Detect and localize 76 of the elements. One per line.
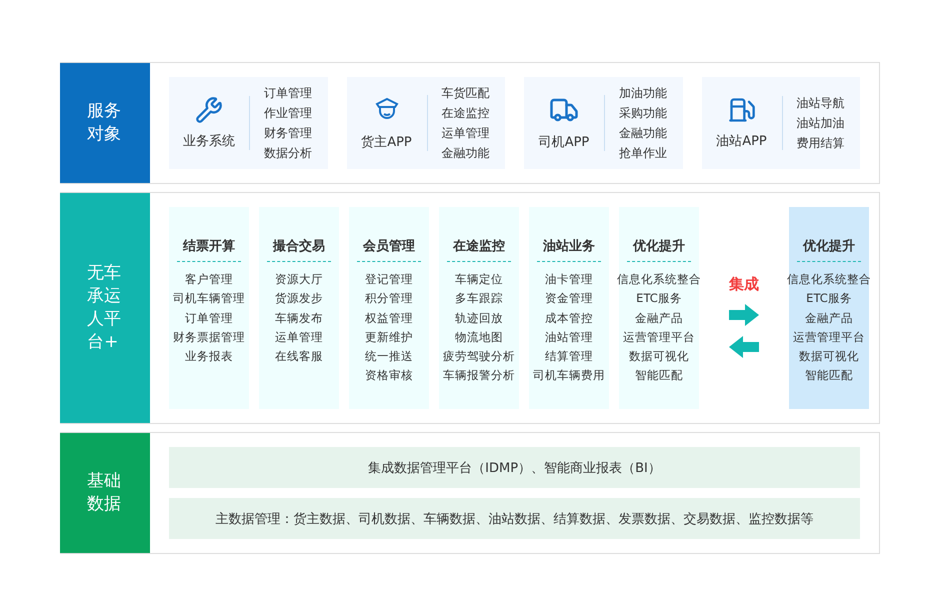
layer-label: 无车承运人平台+ — [87, 262, 122, 354]
module-item: 结算管理 — [545, 348, 593, 366]
module-title: 在途监控 — [447, 237, 511, 262]
data-bar: 集成数据管理平台（IDMP）、智能商业报表（BI） — [169, 447, 860, 488]
module-item: 轨迹回放 — [455, 310, 503, 327]
feature-text: 金融功能 — [442, 144, 490, 162]
feature-text: 油站导航 — [796, 94, 844, 112]
module-item: 油卡管理 — [545, 271, 593, 288]
module-item: 客户管理 — [185, 271, 233, 288]
service-name: 司机APP — [538, 134, 590, 151]
feature-text: 车货匹配 — [442, 84, 490, 102]
module-item: 数据可视化 — [629, 348, 689, 366]
module-item: 司机车辆费用 — [533, 367, 605, 384]
layer-label: 服务对象 — [87, 100, 122, 146]
module-item: 运单管理 — [275, 328, 323, 346]
module-item: ETC服务 — [636, 290, 682, 308]
module-item: 积分管理 — [365, 290, 413, 308]
module-item: 在线客服 — [275, 348, 323, 366]
module-item: 金融产品 — [805, 310, 853, 327]
module-item: 更新维护 — [365, 328, 413, 346]
module-title: 优化提升 — [797, 237, 861, 262]
module-title: 油站业务 — [537, 237, 601, 262]
module-item: 运营管理平台 — [623, 328, 695, 346]
module-item: 运营管理平台 — [793, 328, 865, 346]
module-item: 车辆报警分析 — [443, 367, 515, 384]
module-item: 车辆定位 — [455, 271, 503, 288]
wrench-icon — [195, 96, 223, 124]
feature-text: 订单管理 — [264, 84, 312, 102]
feature-text: 财务管理 — [264, 124, 312, 142]
module-item: 成本管控 — [545, 310, 593, 327]
integration-label: 集成 — [729, 275, 759, 294]
feature-text: 运单管理 — [442, 124, 490, 142]
right-arrow-icon — [729, 304, 759, 326]
feature-text: 金融功能 — [619, 124, 667, 142]
module-item: 数据可视化 — [799, 348, 859, 366]
module-item: 业务报表 — [185, 348, 233, 366]
module-item: 资金管理 — [545, 290, 593, 308]
module-item: 油站管理 — [545, 328, 593, 346]
service-name: 货主APP — [361, 134, 412, 151]
module-item: 司机车辆管理 — [173, 290, 245, 308]
module-item: 信息化系统整合 — [787, 271, 871, 288]
module-item: 资源大厅 — [275, 271, 323, 288]
module-item: 订单管理 — [185, 310, 233, 327]
data-bar: 主数据管理：货主数据、司机数据、车辆数据、油站数据、结算数据、发票数据、交易数据、监控数据等 — [169, 498, 860, 539]
fuel-pump-icon — [728, 96, 756, 124]
module-title: 结票开算 — [177, 237, 241, 262]
feature-text: 油站加油 — [796, 114, 844, 132]
module-title: 撮合交易 — [267, 237, 331, 262]
module-item: 多车跟踪 — [455, 290, 503, 308]
service-name: 油站APP — [716, 133, 767, 150]
module-title: 优化提升 — [627, 237, 691, 262]
module-item: 权益管理 — [365, 310, 413, 327]
feature-text: 数据分析 — [264, 144, 312, 162]
module-item: 登记管理 — [365, 271, 413, 288]
service-name: 业务系统 — [183, 133, 235, 150]
feature-text: 费用结算 — [796, 134, 844, 152]
feature-text: 抢单作业 — [619, 144, 667, 162]
feature-text: 在途监控 — [442, 104, 490, 122]
feature-text: 加油功能 — [619, 84, 667, 102]
feature-text: 采购功能 — [619, 104, 667, 122]
module-item: 财务票据管理 — [173, 328, 245, 346]
module-item: 金融产品 — [635, 310, 683, 327]
module-title: 会员管理 — [357, 237, 421, 262]
module-item: 货源发步 — [275, 290, 323, 308]
left-arrow-icon — [729, 336, 759, 358]
module-item: 资格审核 — [365, 367, 413, 384]
module-item: 统一推送 — [365, 348, 413, 366]
module-item: ETC服务 — [806, 290, 852, 308]
layer-label: 基础数据 — [87, 470, 122, 516]
feature-text: 作业管理 — [264, 104, 312, 122]
module-item: 智能匹配 — [635, 367, 683, 384]
module-item: 智能匹配 — [805, 367, 853, 384]
module-item: 车辆发布 — [275, 310, 323, 327]
module-item: 疲劳驾驶分析 — [443, 348, 515, 366]
module-item: 信息化系统整合 — [617, 271, 701, 288]
module-item: 物流地图 — [455, 328, 503, 346]
